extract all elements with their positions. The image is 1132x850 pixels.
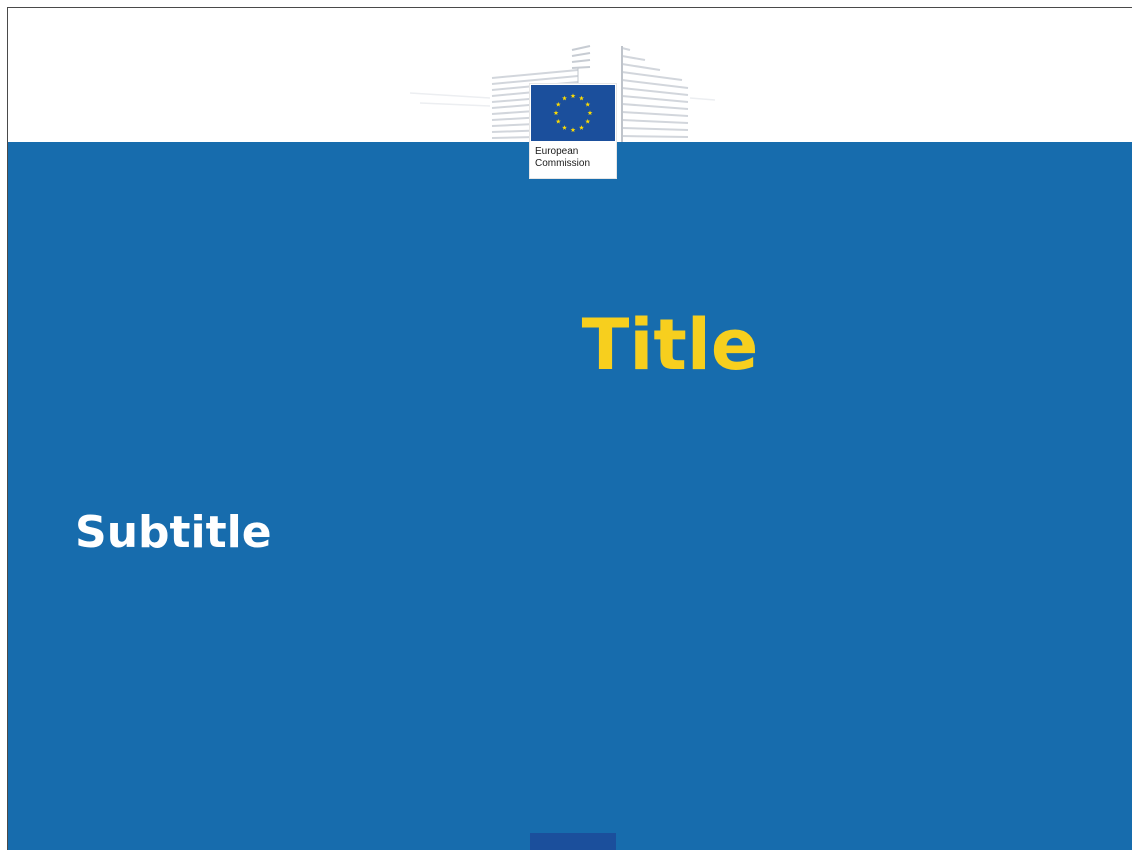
slide-background [8, 142, 1132, 850]
slide-title: Title [581, 304, 759, 386]
logo-wordmark: European Commission [535, 146, 615, 170]
eu-flag-icon [531, 85, 615, 141]
slide-subtitle: Subtitle [75, 507, 272, 558]
logo-line-2: Commission [535, 158, 591, 169]
footer-tab [530, 833, 616, 850]
slide-border-top [7, 7, 1132, 8]
slide: European Commission Title Subtitle [0, 0, 1132, 850]
logo-line-1: European [535, 146, 579, 157]
